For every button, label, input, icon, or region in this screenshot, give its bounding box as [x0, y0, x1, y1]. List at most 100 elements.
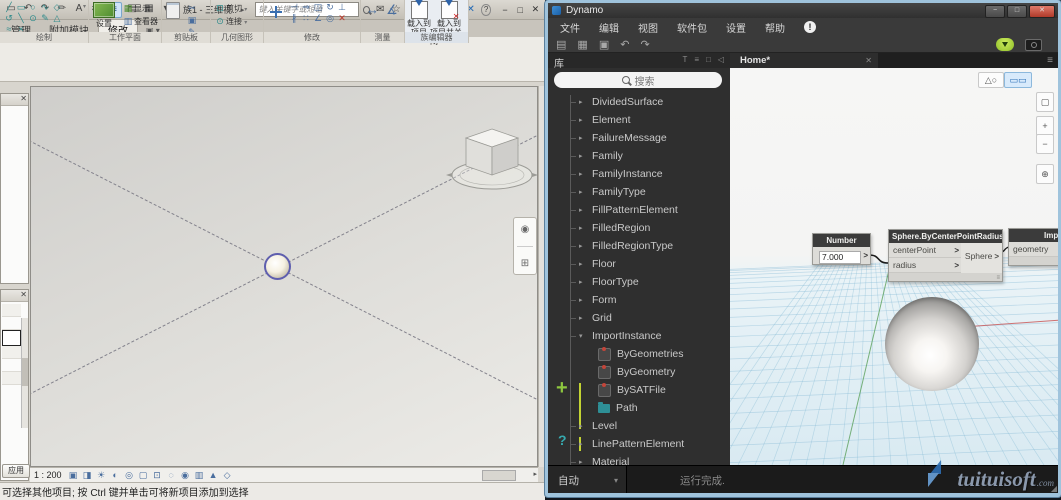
library-item-FamilyType[interactable]: ▸FamilyType — [548, 183, 730, 201]
library-search-input[interactable]: 搜索 — [554, 72, 722, 88]
library-item-ImportInstance[interactable]: ▾ImportInstance — [548, 327, 730, 345]
offset-icon[interactable]: ⇒ — [300, 2, 312, 13]
revit-close-button[interactable]: ✕ — [530, 4, 541, 15]
zoom-fit-button[interactable]: ▢ — [1036, 92, 1054, 112]
export-image-icon[interactable] — [1025, 39, 1042, 51]
menu-编辑[interactable]: 编辑 — [599, 20, 619, 35]
undo-icon[interactable]: ↶ — [620, 38, 629, 51]
node-options-icon[interactable]: ≡ — [996, 275, 1000, 281]
library-item-Path[interactable]: Path — [548, 399, 730, 417]
delete-icon[interactable]: ✕ — [336, 13, 348, 24]
dynamo-workspace-canvas[interactable]: Number 7.000 > Sphere.ByCenterPointRadiu… — [730, 68, 1058, 465]
radius-input-row[interactable]: radius> — [889, 258, 961, 273]
library-item-Floor[interactable]: ▸Floor — [548, 255, 730, 273]
dynamo-close-button[interactable]: ✕ — [1029, 5, 1055, 18]
visual-style-icon[interactable]: ◨ — [82, 470, 93, 481]
close-icon[interactable]: ✕ — [20, 94, 27, 104]
library-item-FilledRegion[interactable]: ▸FilledRegion — [548, 219, 730, 237]
redo-icon[interactable]: ↷ — [640, 38, 649, 51]
library-item-ByGeometry[interactable]: ByGeometry — [548, 363, 730, 381]
help-icon[interactable]: ? — [481, 4, 492, 16]
import-instance-node[interactable]: Importin geometry — [1008, 228, 1058, 266]
chevron-right-icon[interactable]: ▸ — [579, 152, 587, 160]
chevron-right-icon[interactable]: ▸ — [579, 278, 587, 286]
mirror-icon[interactable]: ◫ — [312, 2, 324, 13]
library-item-Level[interactable]: ▸Level — [548, 417, 730, 435]
zoom-in-button[interactable]: + — [1036, 116, 1054, 136]
crop-view-icon[interactable]: ▢ — [138, 470, 149, 481]
menu-软件包[interactable]: 软件包 — [677, 20, 707, 35]
join-geometry-button[interactable]: ⊙连接 ▾ — [214, 16, 247, 27]
geometry-input-row[interactable]: geometry — [1009, 242, 1058, 257]
spline-tool-icon[interactable]: ∿ — [39, 2, 51, 13]
menu-帮助[interactable]: 帮助 — [765, 20, 785, 35]
paste-button[interactable]: 粘贴 — [166, 2, 180, 19]
library-item-Grid[interactable]: ▸Grid — [548, 309, 730, 327]
temporary-view-icon[interactable]: ▥ — [194, 470, 205, 481]
measure-angle-icon[interactable]: ∡ — [386, 4, 398, 15]
library-item-ByGeometries[interactable]: ByGeometries — [548, 345, 730, 363]
triangle-tool-icon[interactable]: △ — [51, 13, 63, 24]
library-view-icon[interactable]: ≡ — [694, 55, 699, 64]
property-row[interactable] — [2, 317, 21, 330]
line2-tool-icon[interactable]: ╲ — [15, 13, 27, 24]
detail-level-icon[interactable]: ▣ — [68, 470, 79, 481]
library-filter-icon[interactable]: T — [682, 55, 687, 64]
cut-icon[interactable]: ✂ — [186, 3, 198, 14]
close-tab-icon[interactable]: ✕ — [865, 56, 872, 65]
crop-region-icon[interactable]: ⊡ — [152, 470, 163, 481]
library-item-FailureMessage[interactable]: ▸FailureMessage — [548, 129, 730, 147]
library-item-Material[interactable]: ▸Material — [548, 453, 730, 465]
set-workplane-button[interactable]: 设置 — [93, 2, 115, 29]
chevron-right-icon[interactable]: ▸ — [579, 98, 587, 106]
close-icon[interactable]: ✕ — [20, 290, 27, 300]
draw-scroll-up-icon[interactable]: ▾ — [83, 3, 86, 10]
temporary-hide-icon[interactable]: ◌ — [166, 470, 177, 481]
apply-button[interactable]: 应用 — [2, 464, 30, 478]
viewer-button[interactable]: ▥查看器 — [122, 16, 158, 27]
properties-scrollbar[interactable] — [21, 318, 28, 428]
library-item-Element[interactable]: ▸Element — [548, 111, 730, 129]
chevron-right-icon[interactable]: ▸ — [579, 188, 587, 196]
arc-tool-icon[interactable]: ↺ — [3, 13, 15, 24]
revit-minimize-button[interactable]: − — [499, 5, 510, 15]
displacement-icon[interactable]: ◇ — [222, 470, 233, 481]
library-item-FamilyInstance[interactable]: ▸FamilyInstance — [548, 165, 730, 183]
library-item-Form[interactable]: ▸Form — [548, 291, 730, 309]
rendering-icon[interactable]: ◎ — [124, 470, 135, 481]
chevron-right-icon[interactable]: ▸ — [579, 170, 587, 178]
move-button[interactable] — [268, 4, 284, 20]
analytical-model-icon[interactable]: ▲ — [208, 470, 219, 481]
library-item-FillPatternElement[interactable]: ▸FillPatternElement — [548, 201, 730, 219]
dynamo-title-bar[interactable]: Dynamo − □ ✕ — [548, 3, 1058, 18]
chevron-right-icon[interactable]: ▸ — [579, 116, 587, 124]
horizontal-scrollbar-thumb[interactable] — [482, 470, 516, 481]
align-icon[interactable]: ⊣ — [288, 2, 300, 13]
chevron-right-icon[interactable]: ▸ — [579, 440, 587, 448]
chevron-right-icon[interactable]: ▸ — [579, 206, 587, 214]
ellipse-tool-icon[interactable]: ⊙ — [27, 13, 39, 24]
dynamo-restore-button[interactable]: □ — [1007, 5, 1027, 18]
polygon-tool-icon[interactable]: ◇ — [51, 2, 63, 13]
package-download-icon[interactable] — [996, 38, 1014, 51]
new-file-icon[interactable]: ▤ — [556, 38, 566, 51]
chevron-right-icon[interactable]: ▸ — [579, 314, 587, 322]
type-selector[interactable] — [2, 304, 21, 317]
radius-port[interactable]: > — [954, 261, 959, 270]
chevron-right-icon[interactable]: ▸ — [579, 422, 587, 430]
chevron-right-icon[interactable]: ▸ — [579, 260, 587, 268]
library-item-BySATFile[interactable]: BySATFile — [548, 381, 730, 399]
library-item-DividedSurface[interactable]: ▸DividedSurface — [548, 93, 730, 111]
pan-button[interactable]: ⊕ — [1036, 164, 1054, 184]
shadows-icon[interactable]: ◐ — [110, 470, 121, 481]
zoom-region-icon[interactable]: ⊞ — [521, 258, 529, 269]
split-icon[interactable]: ∦ — [288, 13, 300, 24]
dynamo-minimize-button[interactable]: − — [985, 5, 1005, 18]
scale-icon[interactable]: ∠ — [312, 13, 324, 24]
library-item-FloorType[interactable]: ▸FloorType — [548, 273, 730, 291]
run-mode-dropdown[interactable]: 自动 ▾ — [548, 466, 627, 493]
menu-文件[interactable]: 文件 — [560, 20, 580, 35]
sphere-node[interactable]: Sphere.ByCenterPointRadius centerPoint> … — [888, 229, 1003, 282]
sphere-output-port[interactable]: Sphere > — [965, 251, 999, 261]
tab-list-menu-icon[interactable]: ≡ — [1047, 55, 1053, 66]
